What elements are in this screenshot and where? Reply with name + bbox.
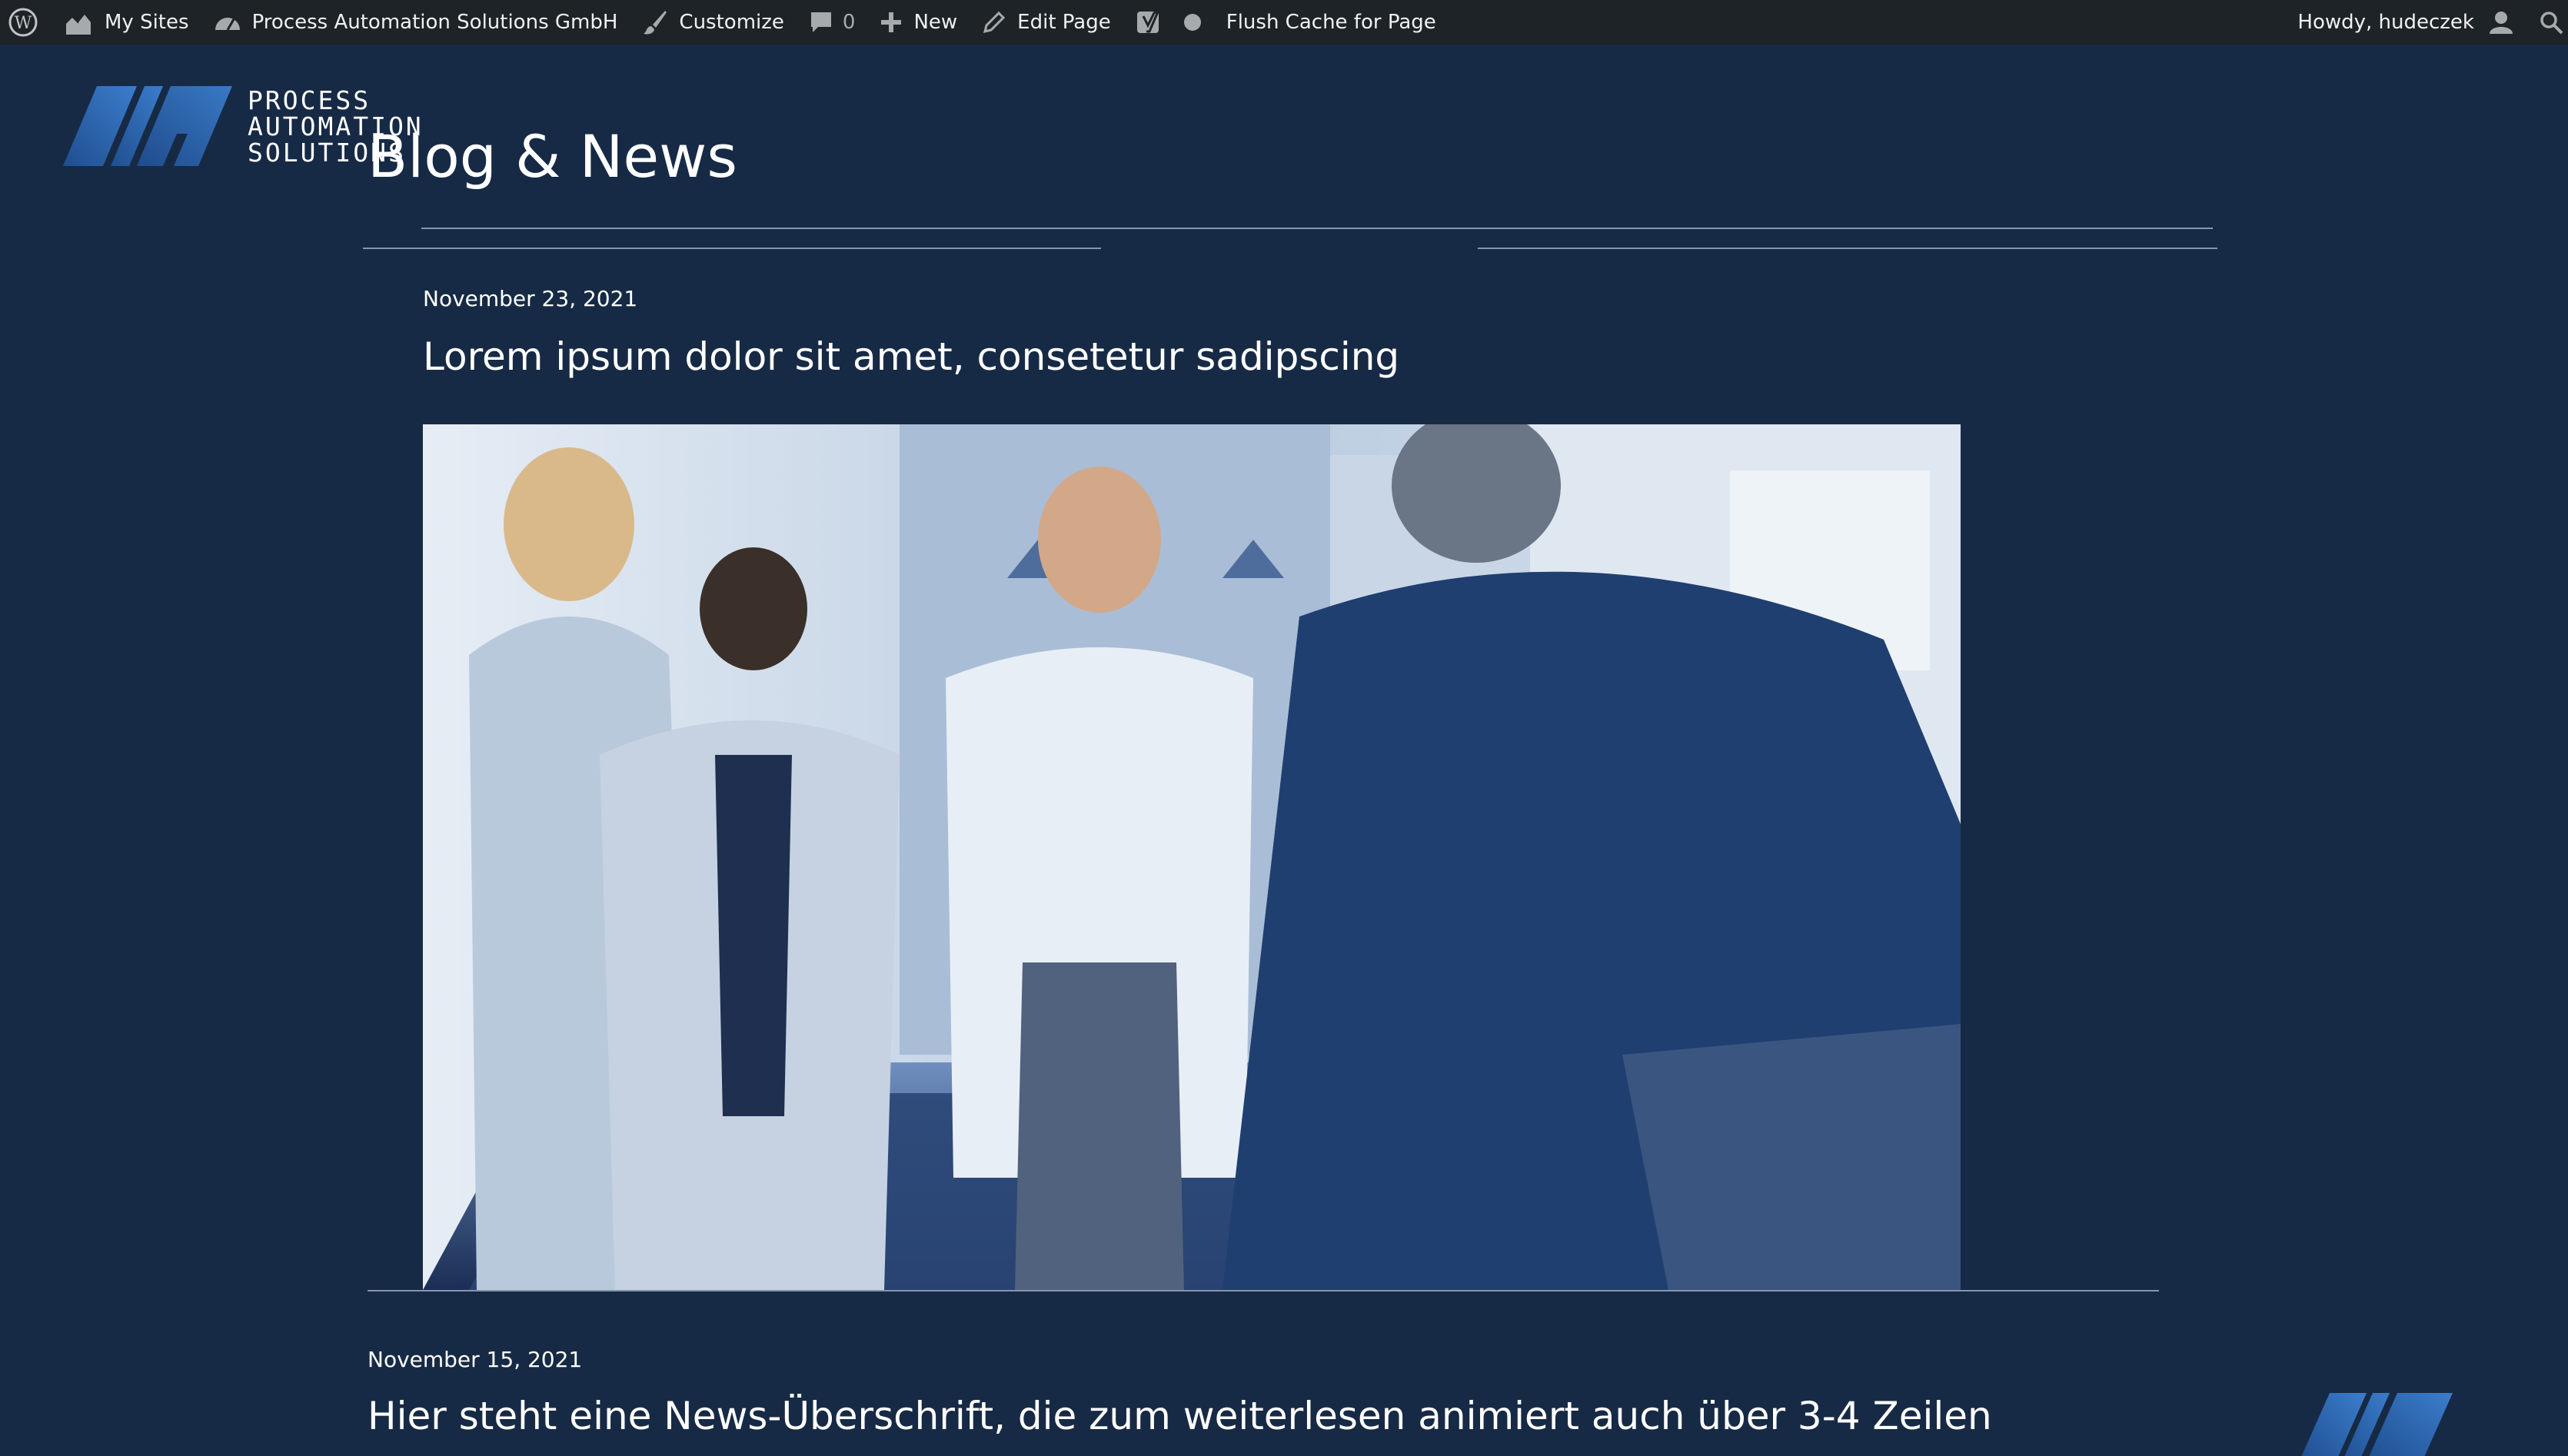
- search-button[interactable]: [2526, 0, 2568, 45]
- flush-cache-link[interactable]: Flush Cache for Page: [1214, 0, 1449, 45]
- brush-icon: [644, 11, 667, 35]
- svg-text:W: W: [15, 14, 32, 33]
- flush-cache-label: Flush Cache for Page: [1226, 11, 1436, 34]
- comment-icon: [810, 12, 831, 32]
- my-sites-menu[interactable]: My Sites: [51, 0, 201, 45]
- pencil-icon: [983, 11, 1006, 34]
- post-date: November 15, 2021: [368, 1347, 583, 1372]
- search-icon: [2540, 12, 2563, 35]
- status-dot-icon: [1183, 13, 1202, 32]
- wordpress-icon: W: [8, 8, 38, 37]
- logo-line-1: PROCESS: [248, 85, 371, 115]
- logo-stripes-icon: [63, 86, 232, 166]
- user-icon: [2490, 12, 2513, 34]
- dashboard-icon: [215, 18, 240, 31]
- howdy-label: Howdy, hudeczek: [2297, 11, 2474, 34]
- wordpress-menu[interactable]: W: [0, 0, 51, 45]
- new-content-menu[interactable]: New: [867, 0, 970, 45]
- plus-icon: [881, 12, 902, 32]
- post-title-link[interactable]: Hier steht eine News-Überschrift, die zu…: [368, 1393, 1992, 1439]
- admin-bar: W My Sites Process Automation Solutions …: [0, 0, 2568, 45]
- edit-page-label: Edit Page: [1017, 11, 1111, 34]
- comments-count: 0: [842, 11, 856, 34]
- site-name-label: Process Automation Solutions GmbH: [251, 11, 618, 34]
- title-divider-top: [421, 228, 2213, 229]
- customize-link[interactable]: Customize: [630, 0, 796, 45]
- logo-stripes-icon: [2301, 1393, 2453, 1456]
- team-meeting-photo: [423, 424, 1961, 1290]
- my-sites-icon: [66, 15, 91, 35]
- customize-label: Customize: [679, 11, 784, 34]
- post-title-link[interactable]: Lorem ipsum dolor sit amet, consetetur s…: [423, 334, 1399, 380]
- page-title: Blog & News: [368, 122, 737, 191]
- title-divider-right: [1478, 248, 2217, 249]
- post-divider: [368, 1290, 2159, 1291]
- site-name-menu[interactable]: Process Automation Solutions GmbH: [201, 0, 630, 45]
- edit-page-link[interactable]: Edit Page: [970, 0, 1123, 45]
- post-date: November 23, 2021: [423, 286, 638, 311]
- yoast-menu[interactable]: [1123, 0, 1214, 45]
- comments-link[interactable]: 0: [797, 0, 868, 45]
- account-menu[interactable]: Howdy, hudeczek: [2285, 0, 2526, 45]
- title-divider-left: [363, 248, 1101, 249]
- yoast-icon: [1136, 8, 1161, 33]
- new-label: New: [913, 11, 958, 34]
- post-featured-image[interactable]: [423, 424, 1961, 1290]
- my-sites-label: My Sites: [105, 11, 189, 34]
